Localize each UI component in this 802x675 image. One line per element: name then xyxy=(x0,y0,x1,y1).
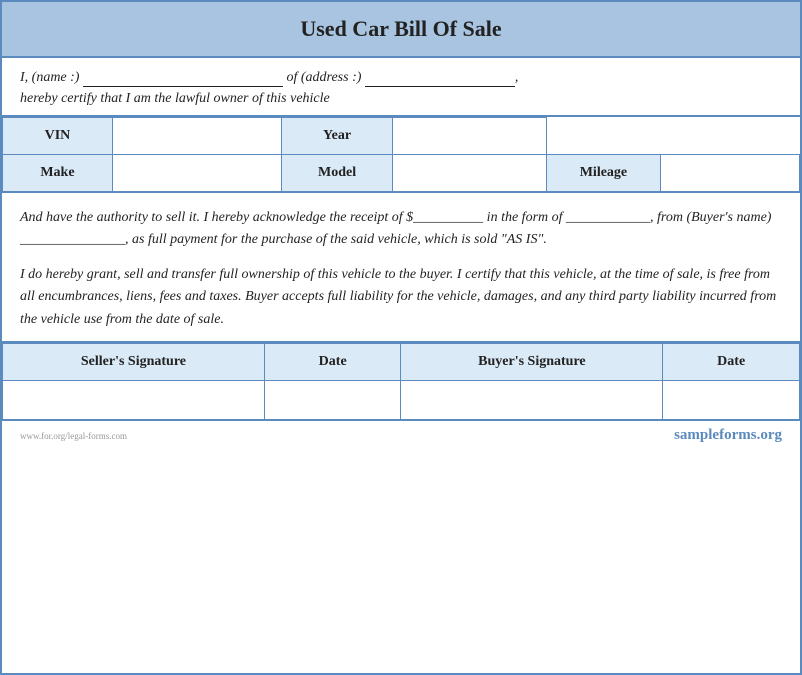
signature-value-row xyxy=(3,380,800,420)
table-row-vin-year: VIN Year xyxy=(3,118,800,155)
seller-sig-value[interactable] xyxy=(3,380,265,420)
vehicle-info-table: VIN Year Make Model Mileage xyxy=(2,117,800,193)
signature-table: Seller's Signature Date Buyer's Signatur… xyxy=(2,343,800,422)
document-header: Used Car Bill Of Sale xyxy=(2,2,800,58)
address-field[interactable] xyxy=(365,70,515,87)
document-title: Used Car Bill Of Sale xyxy=(300,16,501,41)
make-label: Make xyxy=(3,155,113,193)
intro-section: I, (name :) of (address :) , hereby cert… xyxy=(2,58,800,117)
name-field[interactable] xyxy=(83,70,283,87)
body-section: And have the authority to sell it. I her… xyxy=(2,193,800,343)
year-label: Year xyxy=(282,118,393,155)
body-paragraph1: And have the authority to sell it. I her… xyxy=(20,207,782,252)
body-paragraph2: I do hereby grant, sell and transfer ful… xyxy=(20,264,782,331)
model-value[interactable] xyxy=(393,155,547,193)
document-container: Used Car Bill Of Sale I, (name :) of (ad… xyxy=(0,0,802,675)
vin-value[interactable] xyxy=(112,118,281,155)
intro-line1: I, (name :) of (address :) , xyxy=(20,70,782,87)
buyer-date-value[interactable] xyxy=(663,380,800,420)
mileage-label: Mileage xyxy=(547,155,660,193)
seller-date-value[interactable] xyxy=(264,380,401,420)
seller-sig-label: Seller's Signature xyxy=(3,343,265,380)
buyer-sig-label: Buyer's Signature xyxy=(401,343,663,380)
year-value[interactable] xyxy=(393,118,547,155)
make-value[interactable] xyxy=(112,155,281,193)
seller-date-label: Date xyxy=(264,343,401,380)
vin-label: VIN xyxy=(3,118,113,155)
footer: www.for.org/legal-forms.com sampleforms.… xyxy=(2,421,800,450)
buyer-sig-value[interactable] xyxy=(401,380,663,420)
table-row-make-model-mileage: Make Model Mileage xyxy=(3,155,800,193)
intro-line2: hereby certify that I am the lawful owne… xyxy=(20,91,782,107)
mileage-value[interactable] xyxy=(660,155,799,193)
buyer-date-label: Date xyxy=(663,343,800,380)
footer-watermark: www.for.org/legal-forms.com xyxy=(20,431,127,441)
signature-label-row: Seller's Signature Date Buyer's Signatur… xyxy=(3,343,800,380)
model-label: Model xyxy=(282,155,393,193)
footer-brand: sampleforms.org xyxy=(674,427,782,444)
